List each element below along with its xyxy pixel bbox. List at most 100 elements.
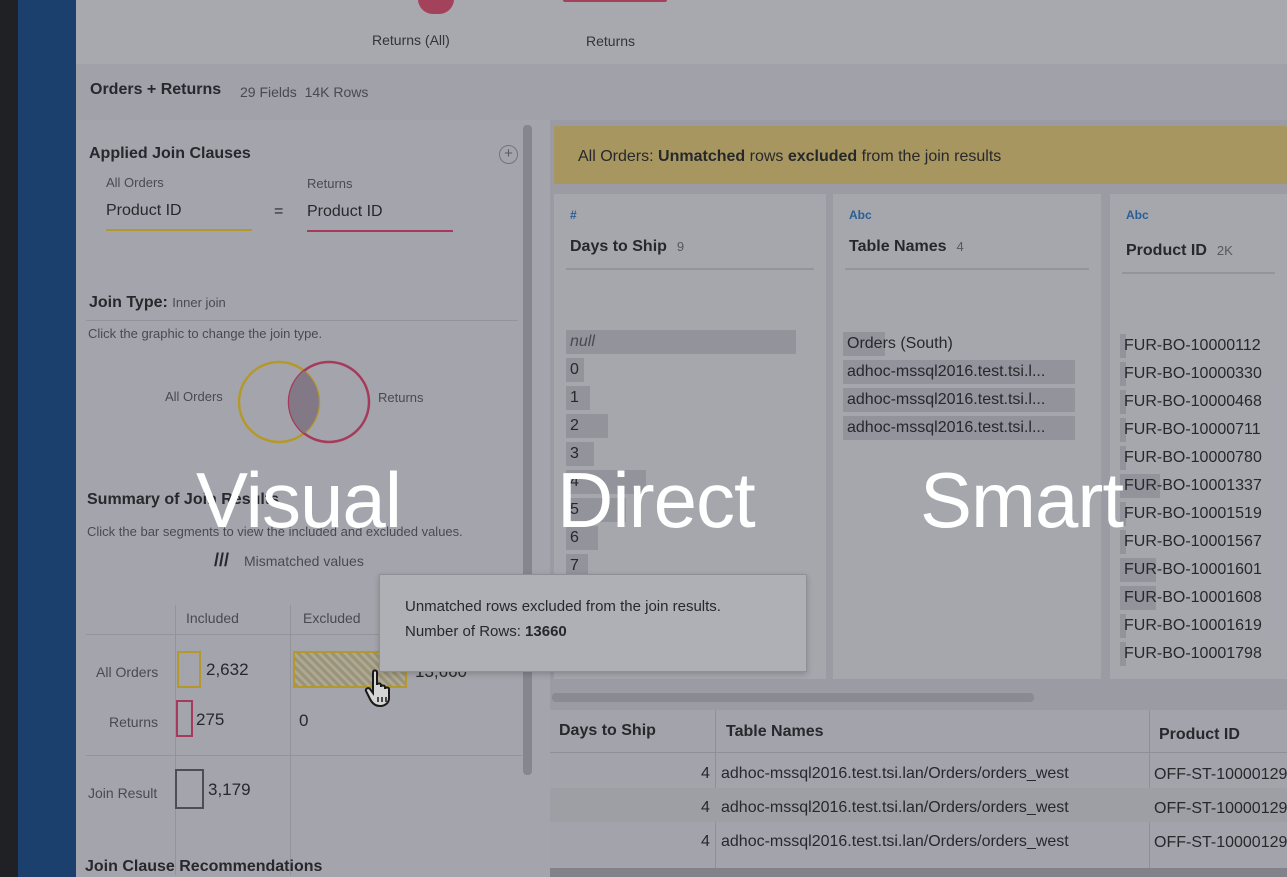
profile-value[interactable]: FUR-BO-10000330 — [1124, 365, 1262, 383]
profile-value[interactable]: FUR-BO-10001337 — [1124, 477, 1262, 495]
flow-step-returns-label[interactable]: Returns — [586, 33, 635, 49]
step-returns-icon[interactable] — [563, 0, 667, 2]
profile-value[interactable]: 1 — [570, 389, 579, 407]
value-bar[interactable] — [566, 330, 796, 354]
profile-value[interactable]: FUR-BO-10001567 — [1124, 533, 1262, 551]
settings-scrollbar[interactable] — [523, 125, 532, 775]
grid-cell[interactable]: 4 — [701, 833, 710, 851]
profile-card-title[interactable]: Days to Ship 9 — [570, 238, 684, 256]
profile-value[interactable]: 7 — [570, 557, 579, 575]
profile-horizontal-scrollbar[interactable] — [552, 693, 1034, 702]
profile-value[interactable]: FUR-BO-10001519 — [1124, 505, 1262, 523]
profile-card-title[interactable]: Table Names 4 — [849, 238, 964, 256]
hand-cursor-icon — [364, 669, 390, 708]
overlay-word-visual: Visual — [196, 456, 402, 544]
number-type-icon: # — [570, 208, 577, 222]
grid-header-days-to-ship[interactable]: Days to Ship — [559, 722, 656, 740]
grid-header-product-id[interactable]: Product ID — [1159, 726, 1240, 744]
grid-cell[interactable]: OFF-ST-10000129 — [1154, 766, 1287, 784]
left-field-underline — [106, 229, 252, 231]
field-count: 29 Fields — [240, 84, 297, 100]
field-name: Product ID — [1126, 242, 1207, 259]
join-type-hint: Click the graphic to change the join typ… — [88, 326, 323, 341]
left-join-field[interactable]: Product ID — [106, 202, 182, 220]
all-orders-included-value: 2,632 — [206, 660, 249, 679]
venn-right-label: Returns — [378, 390, 424, 405]
tooltip-rows-value: 13660 — [525, 623, 567, 640]
col-excluded-header: Excluded — [303, 610, 361, 626]
overlay-word-smart: Smart — [920, 456, 1124, 544]
right-source-label: Returns — [307, 176, 353, 191]
profile-card-product-id[interactable]: Abc Product ID 2K FUR-BO-10000112 FUR-BO-… — [1110, 194, 1287, 679]
banner-excluded: excluded — [787, 148, 858, 165]
right-join-field[interactable]: Product ID — [307, 203, 383, 221]
video-frame: Returns (All) Returns Orders + Returns 2… — [0, 0, 1287, 877]
app-screen: Returns (All) Returns Orders + Returns 2… — [76, 0, 1287, 877]
applied-join-clauses-title: Applied Join Clauses — [89, 145, 251, 162]
grid-cell[interactable]: adhoc-mssql2016.test.tsi.lan/Orders/orde… — [721, 799, 1069, 817]
table-grid-line — [290, 605, 291, 875]
grid-cell[interactable]: adhoc-mssql2016.test.tsi.lan/Orders/orde… — [721, 833, 1069, 851]
grid-line — [550, 752, 1287, 753]
join-result-bar[interactable] — [175, 769, 204, 809]
profile-card-table-names[interactable]: Abc Table Names 4 Orders (South) adhoc-ms… — [833, 194, 1101, 679]
right-field-underline — [307, 230, 453, 232]
profile-value[interactable]: adhoc-mssql2016.test.tsi.l... — [847, 363, 1045, 381]
overlay-word-direct: Direct — [557, 456, 756, 544]
summary-row-label: Join Result — [88, 785, 158, 801]
profile-card-title[interactable]: Product ID 2K — [1126, 242, 1233, 260]
profile-value[interactable]: FUR-BO-10001601 — [1124, 561, 1262, 579]
step-header: Orders + Returns 29 Fields 14K Rows — [76, 64, 1287, 120]
string-type-icon: Abc — [849, 208, 872, 222]
returns-excluded-value: 0 — [299, 711, 309, 730]
distinct-count: 4 — [956, 239, 964, 254]
mismatch-label: Mismatched values — [244, 553, 364, 569]
returns-included-bar[interactable] — [176, 700, 193, 737]
card-divider — [845, 268, 1089, 270]
step-returns-all-icon[interactable] — [418, 0, 454, 14]
grid-cell[interactable]: 4 — [701, 765, 710, 783]
profile-value[interactable]: null — [570, 333, 595, 351]
join-filter-banner: All Orders: Unmatched rows excluded from… — [554, 126, 1287, 184]
returns-included-value: 275 — [196, 710, 225, 729]
step-meta: 29 Fields 14K Rows — [240, 84, 368, 100]
all-orders-included-bar[interactable] — [177, 651, 201, 688]
string-type-icon: Abc — [1126, 208, 1149, 222]
grid-horizontal-scrollbar[interactable] — [550, 868, 1287, 877]
profile-value[interactable]: FUR-BO-10001619 — [1124, 617, 1262, 635]
add-join-clause-icon[interactable]: + — [499, 145, 518, 164]
profile-value[interactable]: FUR-BO-10001608 — [1124, 589, 1262, 607]
profile-value[interactable]: adhoc-mssql2016.test.tsi.l... — [847, 419, 1045, 437]
banner-unmatched: Unmatched — [658, 148, 746, 165]
grid-cell[interactable]: adhoc-mssql2016.test.tsi.lan/Orders/orde… — [721, 765, 1069, 783]
profile-value[interactable]: FUR-BO-10000711 — [1124, 421, 1261, 439]
monitor-bezel — [0, 0, 18, 877]
banner-tail: from the join results — [861, 148, 1002, 165]
profile-value[interactable]: FUR-BO-10000112 — [1124, 337, 1261, 355]
tooltip-rows-label: Number of Rows: — [405, 623, 521, 640]
venn-intersection[interactable] — [289, 370, 319, 434]
profile-value[interactable]: adhoc-mssql2016.test.tsi.l... — [847, 391, 1045, 409]
join-result-value: 3,179 — [208, 780, 251, 799]
grid-cell[interactable]: OFF-ST-10000129 — [1154, 800, 1287, 818]
venn-diagram[interactable] — [226, 355, 376, 451]
join-type-label: Join Type: Inner join — [89, 294, 226, 312]
venn-left-label: All Orders — [165, 389, 223, 404]
profile-value[interactable]: FUR-BO-10000468 — [1124, 393, 1262, 411]
field-name: Days to Ship — [570, 238, 667, 255]
join-operator[interactable]: = — [274, 203, 283, 221]
flow-pane: Returns (All) Returns — [76, 0, 1287, 65]
distinct-count: 9 — [676, 239, 685, 254]
banner-source: All Orders: — [578, 148, 654, 165]
flow-step-returns-all-label[interactable]: Returns (All) — [372, 32, 450, 48]
profile-value[interactable]: 0 — [570, 361, 579, 379]
profile-value[interactable]: FUR-BO-10000780 — [1124, 449, 1262, 467]
summary-row-label: Returns — [109, 714, 159, 730]
grid-cell[interactable]: 4 — [701, 799, 710, 817]
profile-value[interactable]: FUR-BO-10001798 — [1124, 645, 1262, 663]
grid-header-table-names[interactable]: Table Names — [726, 723, 824, 741]
grid-cell[interactable]: OFF-ST-10000129 — [1154, 834, 1287, 852]
profile-value[interactable]: Orders (South) — [847, 335, 953, 353]
step-title: Orders + Returns — [90, 81, 222, 98]
profile-value[interactable]: 2 — [570, 417, 579, 435]
